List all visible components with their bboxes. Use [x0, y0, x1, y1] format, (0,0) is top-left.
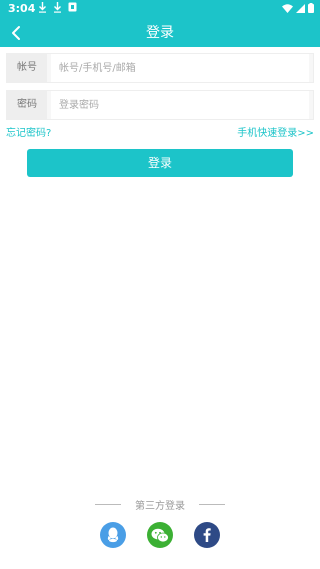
login-button[interactable]: 登录 — [27, 149, 293, 177]
status-bar: 3:04 — [0, 0, 320, 18]
battery-icon — [308, 3, 314, 13]
account-input[interactable] — [51, 54, 309, 82]
qq-login-button[interactable] — [100, 522, 126, 548]
divider-line-right — [199, 504, 225, 505]
login-screen: 3:04 登录 帐号 帐号/手机号/邮箱 密码 忘记密码? 手机快速登录>> 登… — [0, 0, 320, 569]
phone-quick-login-link[interactable]: 手机快速登录>> — [237, 124, 314, 139]
wechat-icon — [151, 528, 169, 542]
password-label: 密码 — [7, 91, 47, 119]
notification-icons — [38, 2, 77, 13]
password-field: 密码 — [6, 90, 314, 120]
page-title: 登录 — [146, 25, 174, 41]
app-notification-icon — [68, 2, 77, 12]
link-row: 忘记密码? 手机快速登录>> — [6, 124, 314, 140]
signal-icon — [296, 3, 305, 13]
account-field: 帐号 — [6, 53, 314, 83]
facebook-login-button[interactable] — [194, 522, 220, 548]
forgot-password-link[interactable]: 忘记密码? — [6, 124, 51, 139]
wifi-icon — [282, 3, 293, 13]
system-icons — [282, 3, 314, 13]
download-icon — [39, 2, 46, 13]
status-time: 3:04 — [8, 2, 36, 15]
app-bar: 登录 — [0, 18, 320, 47]
password-input[interactable] — [51, 91, 309, 119]
download-icon — [54, 2, 61, 13]
wechat-login-button[interactable] — [147, 522, 173, 548]
top-bar: 3:04 登录 — [0, 0, 320, 47]
facebook-icon — [203, 528, 211, 542]
third-party-divider: 第三方登录 — [95, 497, 225, 512]
account-label: 帐号 — [7, 54, 47, 82]
qq-icon — [107, 527, 119, 543]
